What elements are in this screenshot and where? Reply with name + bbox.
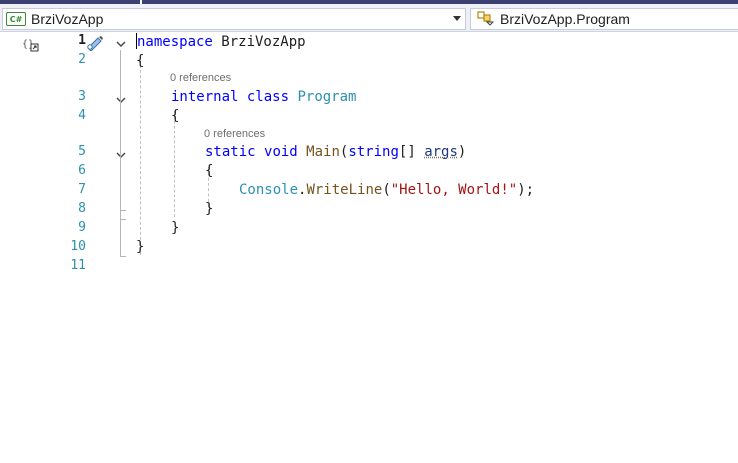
class-member-icon <box>477 11 495 27</box>
chevron-down-icon[interactable] <box>453 16 461 21</box>
code-line: namespace BrziVozApp <box>136 33 306 52</box>
code-line: } <box>205 201 214 217</box>
collapse-chevron-icon[interactable] <box>114 147 128 161</box>
line-number: 3 <box>78 89 86 104</box>
class-name: Program <box>297 89 357 105</box>
keyword: static <box>205 144 256 160</box>
code-line: static void Main(string[] args) <box>205 143 466 162</box>
code-line: Console.WriteLine("Hello, World!"); <box>239 181 534 200</box>
method-name: WriteLine <box>306 182 383 198</box>
code-line: { <box>136 53 145 69</box>
fold-region-end <box>120 256 126 257</box>
navigation-bar: C# BrziVozApp BrziVozApp.Program <box>0 4 738 32</box>
line-number: 1 <box>78 33 86 48</box>
fold-region-end <box>120 210 126 211</box>
fold-region-line <box>120 161 121 210</box>
indent-guide <box>174 111 175 217</box>
punctuation: ( <box>382 182 391 198</box>
punctuation: [] <box>398 144 425 160</box>
type-dropdown[interactable]: BrziVozApp.Program <box>470 8 738 30</box>
codelens-references[interactable]: 0 references <box>204 128 265 140</box>
code-line: { <box>171 108 180 124</box>
indent-guide <box>140 55 141 255</box>
code-line: { <box>205 163 214 179</box>
scope-braces-icon[interactable]: {} <box>22 37 40 53</box>
line-number: 10 <box>70 239 86 254</box>
keyword: string <box>348 144 399 160</box>
keyword: void <box>264 144 298 160</box>
csharp-icon: C# <box>6 12 26 26</box>
line-number: 4 <box>78 108 86 123</box>
string-literal: "Hello, World!" <box>390 182 518 198</box>
project-dropdown-label: BrziVozApp <box>31 11 104 27</box>
project-dropdown[interactable]: C# BrziVozApp <box>2 8 466 30</box>
method-name: Main <box>306 144 340 160</box>
code-line: } <box>136 239 145 255</box>
keyword: namespace <box>137 34 213 50</box>
line-number: 11 <box>70 258 86 273</box>
keyword: class <box>246 89 290 105</box>
codelens-references[interactable]: 0 references <box>170 72 231 84</box>
line-number: 9 <box>78 220 86 235</box>
collapse-chevron-icon[interactable] <box>114 92 128 106</box>
collapse-chevron-icon[interactable] <box>114 36 128 50</box>
class-name: Console <box>239 182 299 198</box>
code-line: internal class Program <box>171 88 356 107</box>
line-number: 8 <box>78 201 86 216</box>
type-dropdown-label: BrziVozApp.Program <box>500 11 630 27</box>
line-number: 5 <box>78 144 86 159</box>
parameter-name: args <box>424 144 458 160</box>
line-number: 6 <box>78 163 86 178</box>
line-number: 2 <box>78 52 86 67</box>
punctuation: ); <box>517 182 535 198</box>
pencil-brush-icon[interactable] <box>84 35 106 52</box>
punctuation: ) <box>457 144 467 160</box>
keyword: internal <box>171 89 239 105</box>
line-number: 7 <box>78 182 86 197</box>
code-editor[interactable]: {} 1 2 3 4 5 6 7 8 9 10 11 namespace Brz… <box>0 33 738 463</box>
namespace-name: BrziVozApp <box>212 34 306 50</box>
fold-region-end <box>120 219 126 220</box>
code-line: } <box>171 220 180 236</box>
